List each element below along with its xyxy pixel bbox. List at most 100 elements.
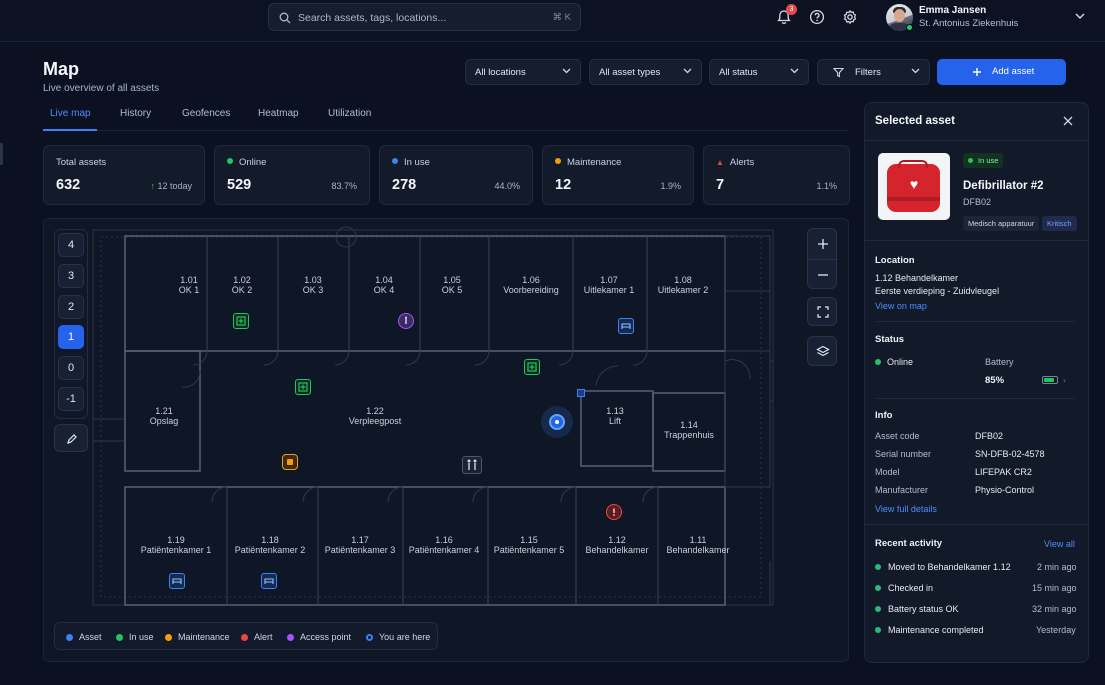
page-title: Map [43,59,79,79]
wifi-icon [405,316,407,324]
legend-item: Asset [66,632,102,642]
info-heading: Info [875,410,893,421]
stat-maintenance[interactable]: Maintenance 12 1.9% [542,145,694,205]
info-value: LIFEPAK CR2 [975,467,1032,477]
room-1-06[interactable]: 1.06 Voorbereiding [492,275,570,295]
asset-types-select[interactable]: All asset types [589,59,702,85]
room-1-04[interactable]: 1.04 OK 4 [349,275,419,295]
filters-button[interactable]: Filters [817,59,930,85]
stat-meta: 1.1% [816,181,837,191]
gear-icon[interactable] [842,9,858,25]
view-full-details-link[interactable]: View full details [875,504,937,514]
status-dot [392,158,398,164]
room-1-21[interactable]: 1.21 Opslag [129,406,199,426]
legend-item: Access point [287,632,351,642]
asset-marker-in-use[interactable] [233,313,249,329]
help-icon[interactable] [809,9,825,25]
divider [865,524,1088,525]
room-1-02[interactable]: 1.02 OK 2 [207,275,277,295]
bed-icon [264,578,274,584]
room-1-22[interactable]: 1.22 Verpleegpost [334,406,416,426]
asset-marker[interactable] [618,318,634,334]
stat-label: Maintenance [555,157,621,168]
alert-icon [613,508,615,516]
asset-marker-in-use[interactable] [295,379,311,395]
floor-button-2[interactable]: 2 [58,295,84,319]
chevron-down-icon [790,68,799,74]
user-organization: St. Antonius Ziekenhuis [919,18,1019,29]
room-1-05[interactable]: 1.05 OK 5 [417,275,487,295]
activity-time: 2 min ago [1037,562,1077,572]
stat-online[interactable]: Online 529 83.7% [214,145,370,205]
zoom-in-icon[interactable] [817,238,829,250]
fullscreen-button[interactable] [807,297,837,326]
activity-time: 15 min ago [1032,583,1077,593]
close-icon[interactable] [1063,116,1073,126]
chevron-down-icon [911,68,920,74]
tab-geofences[interactable]: Geofences [182,108,230,119]
room-1-15[interactable]: 1.15 Patiëntenkamer 5 [485,535,573,555]
room-1-18[interactable]: 1.18 Patiëntenkamer 2 [226,535,314,555]
tab-live-map[interactable]: Live map [50,108,91,119]
notification-badge: 3 [786,4,797,15]
zoom-out-icon[interactable] [817,269,829,281]
asset-marker-alert[interactable] [606,504,622,520]
tab-history[interactable]: History [120,108,151,119]
stat-total-assets[interactable]: Total assets 632 ↑ 12 today [43,145,205,205]
room-1-14[interactable]: 1.14 Trappenhuis [654,420,724,440]
chevron-down-icon [562,68,571,74]
room-1-07[interactable]: 1.07 Uitlekamer 1 [570,275,648,295]
room-1-03[interactable]: 1.03 OK 3 [278,275,348,295]
chevron-down-icon [683,68,692,74]
stat-label: ▲ Alerts [716,157,755,168]
room-1-16[interactable]: 1.16 Patiëntenkamer 4 [400,535,488,555]
category-tag: Medisch apparatuur [963,216,1040,231]
asset-marker-in-use[interactable] [524,359,540,375]
asset-marker-maintenance[interactable] [282,454,298,470]
floor-map[interactable]: 1.01 OK 1 1.02 OK 2 1.03 OK 3 1.04 OK 4 1.05… [43,218,849,662]
asset-marker[interactable] [169,573,185,589]
add-asset-button[interactable]: Add asset [937,59,1066,85]
view-on-map-link[interactable]: View on map [875,301,927,311]
room-1-08[interactable]: 1.08 Uitlekamer 2 [644,275,722,295]
room-1-17[interactable]: 1.17 Patiëntenkamer 3 [316,535,404,555]
stat-meta: 44.0% [494,181,520,191]
room-1-19[interactable]: 1.19 Patiëntenkamer 1 [132,535,220,555]
heart-icon: ♥ [909,176,919,192]
stat-in-use[interactable]: In use 278 44.0% [379,145,533,205]
door-sensor-marker[interactable] [577,389,585,397]
filter-icon [833,67,844,78]
stat-label: Online [227,157,266,168]
stat-alerts[interactable]: ▲ Alerts 7 1.1% [703,145,850,205]
divider [875,398,1075,399]
tab-heatmap[interactable]: Heatmap [258,108,299,119]
locations-select[interactable]: All locations [465,59,581,85]
status-dot [555,158,561,164]
activity-time: 32 min ago [1032,604,1077,614]
floor-button-4[interactable]: 4 [58,233,84,257]
bed-icon [621,323,631,329]
activity-heading: Recent activity [875,538,943,549]
layers-button[interactable] [807,336,837,366]
activity-item: Battery status OK [875,604,959,614]
floor-button-minus-1[interactable]: -1 [58,387,84,411]
stat-value: 529 [227,177,252,193]
status-select[interactable]: All status [709,59,809,85]
access-point-marker[interactable] [398,313,414,329]
floor-button-0[interactable]: 0 [58,356,84,380]
asset-marker[interactable] [261,573,277,589]
location-heading: Location [875,255,915,266]
tab-utilization[interactable]: Utilization [328,108,371,119]
view-all-link[interactable]: View all [1044,539,1075,549]
medical-icon [236,316,246,326]
side-nav-handle[interactable] [0,143,3,165]
edit-map-button[interactable] [54,424,88,452]
room-1-13[interactable]: 1.13 Lift [585,406,645,426]
chevron-down-icon[interactable] [1075,13,1085,19]
floor-button-3[interactable]: 3 [58,264,84,288]
floor-button-1[interactable]: 1 [58,325,84,349]
search-input[interactable]: Search assets, tags, locations... ⌘ K [268,3,581,31]
room-1-12[interactable]: 1.12 Behandelkamer [573,535,661,555]
room-1-11[interactable]: 1.11 Behandelkamer [654,535,742,555]
restroom-icon [467,459,477,470]
